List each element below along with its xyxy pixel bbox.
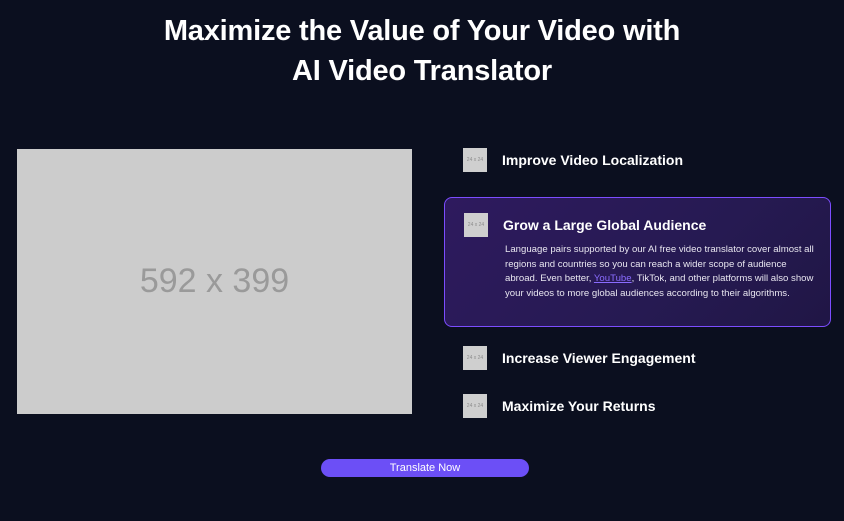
feature-image-icon: 24 x 24 [463, 394, 487, 418]
page-heading-line-1: Maximize the Value of Your Video with [163, 15, 681, 47]
translate-now-button[interactable]: Translate Now [321, 459, 529, 477]
feature-description: Language pairs supported by our AI free … [505, 243, 815, 301]
icon-size-label: 24 x 24 [466, 157, 484, 163]
placeholder-size-label: 592 x 399 [139, 262, 290, 300]
feature-title: Increase Viewer Engagement [502, 350, 696, 366]
feature-image-icon: 24 x 24 [463, 346, 487, 370]
feature-title: Grow a Large Global Audience [503, 217, 707, 233]
feature-title: Improve Video Localization [502, 152, 684, 168]
icon-size-label: 24 x 24 [467, 222, 485, 228]
feature-item-improve-localization[interactable]: 24 x 24 Improve Video Localization [463, 148, 683, 172]
video-image-placeholder: 592 x 399 [17, 149, 412, 414]
feature-title: Maximize Your Returns [502, 398, 656, 414]
feature-card-header: 24 x 24 Grow a Large Global Audience [464, 213, 706, 237]
icon-size-label: 24 x 24 [466, 355, 484, 361]
feature-item-viewer-engagement[interactable]: 24 x 24 Increase Viewer Engagement [463, 346, 696, 370]
feature-image-icon: 24 x 24 [464, 213, 488, 237]
feature-item-maximize-returns[interactable]: 24 x 24 Maximize Your Returns [463, 394, 656, 418]
youtube-link[interactable]: YouTube [594, 273, 632, 284]
feature-image-icon: 24 x 24 [463, 148, 487, 172]
page-heading: Maximize the Value of Your Video with AI… [0, 11, 844, 91]
icon-size-label: 24 x 24 [466, 403, 484, 409]
page-heading-line-2: AI Video Translator [292, 55, 552, 87]
feature-card-grow-audience[interactable]: 24 x 24 Grow a Large Global Audience Lan… [444, 197, 831, 327]
